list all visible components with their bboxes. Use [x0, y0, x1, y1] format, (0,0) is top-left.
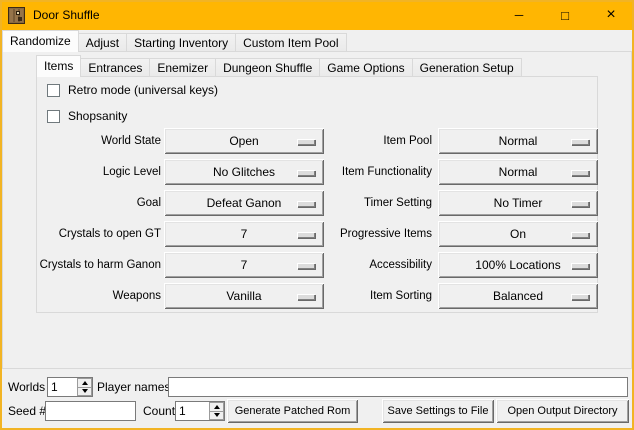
tab-custom-item-pool[interactable]: Custom Item Pool — [236, 33, 346, 52]
shopsanity-row: Shopsanity — [47, 108, 127, 124]
timer-setting-dropdown[interactable]: No Timer — [438, 190, 598, 216]
count-spinner — [175, 401, 225, 421]
progressive-items-value: On — [510, 227, 526, 241]
maximize-button[interactable]: □ — [542, 0, 588, 30]
tab-dungeon-shuffle[interactable]: Dungeon Shuffle — [216, 58, 320, 77]
tab-randomize[interactable]: Randomize — [2, 30, 79, 52]
worlds-spinner — [47, 377, 93, 397]
item-functionality-value: Normal — [499, 165, 538, 179]
item-functionality-dropdown[interactable]: Normal — [438, 159, 598, 185]
shopsanity-checkbox[interactable] — [47, 110, 60, 123]
logic-level-value: No Glitches — [213, 165, 275, 179]
dropdown-indicator-icon — [571, 139, 589, 145]
item-pool-label: Item Pool — [277, 128, 432, 154]
tab-starting-inventory[interactable]: Starting Inventory — [127, 33, 236, 52]
seed-label: Seed # — [8, 401, 46, 421]
tab-adjust[interactable]: Adjust — [79, 33, 127, 52]
triangle-down-icon — [214, 413, 220, 417]
item-sorting-label: Item Sorting — [277, 283, 432, 309]
goal-label: Goal — [37, 190, 161, 216]
open-output-directory-button[interactable]: Open Output Directory — [496, 399, 629, 423]
item-pool-dropdown[interactable]: Normal — [438, 128, 598, 154]
tab-items[interactable]: Items — [36, 55, 81, 77]
minimize-icon: ─ — [515, 8, 524, 22]
world-state-value: Open — [229, 134, 258, 148]
window-title: Door Shuffle — [33, 8, 100, 22]
accessibility-label: Accessibility — [277, 252, 432, 278]
crystals-harm-ganon-value: 7 — [241, 258, 248, 272]
door-shuffle-window: Door Shuffle ─ □ × Randomize Adjust Star… — [0, 0, 634, 430]
retro-mode-label: Retro mode (universal keys) — [68, 83, 218, 97]
crystals-open-gt-value: 7 — [241, 227, 248, 241]
save-settings-button[interactable]: Save Settings to File — [382, 399, 494, 423]
close-button[interactable]: × — [588, 0, 634, 30]
worlds-spin-down-button[interactable] — [77, 388, 92, 397]
item-pool-value: Normal — [499, 134, 538, 148]
item-functionality-label: Item Functionality — [277, 159, 432, 185]
retro-mode-row: Retro mode (universal keys) — [47, 82, 218, 98]
timer-setting-label: Timer Setting — [277, 190, 432, 216]
item-sorting-value: Balanced — [493, 289, 543, 303]
count-label: Count — [143, 401, 175, 421]
titlebar: Door Shuffle ─ □ × — [0, 0, 634, 30]
door-icon — [8, 7, 25, 24]
tab-entrances[interactable]: Entrances — [81, 58, 150, 77]
dropdown-indicator-icon — [571, 263, 589, 269]
retro-mode-checkbox[interactable] — [47, 84, 60, 97]
weapons-value: Vanilla — [226, 289, 261, 303]
shopsanity-label: Shopsanity — [68, 109, 127, 123]
tab-game-options[interactable]: Game Options — [320, 58, 412, 77]
goal-value: Defeat Ganon — [207, 196, 282, 210]
count-spin-up-button[interactable] — [209, 402, 224, 412]
dropdown-indicator-icon — [571, 232, 589, 238]
player-names-label: Player names — [97, 377, 170, 397]
progressive-items-dropdown[interactable]: On — [438, 221, 598, 247]
triangle-up-icon — [214, 405, 220, 409]
seed-input[interactable] — [45, 401, 136, 421]
world-state-label: World State — [37, 128, 161, 154]
maximize-icon: □ — [561, 8, 569, 23]
dropdown-indicator-icon — [571, 170, 589, 176]
worlds-label: Worlds — [8, 377, 45, 397]
crystals-open-gt-label: Crystals to open GT — [37, 221, 161, 247]
tab-enemizer[interactable]: Enemizer — [150, 58, 216, 77]
sub-tabbar: Items Entrances Enemizer Dungeon Shuffle… — [36, 55, 522, 77]
triangle-up-icon — [82, 381, 88, 385]
worlds-input[interactable] — [48, 378, 77, 396]
accessibility-dropdown[interactable]: 100% Locations — [438, 252, 598, 278]
player-names-input[interactable] — [168, 377, 628, 397]
items-tab-pane: Retro mode (universal keys) Shopsanity W… — [36, 76, 598, 313]
tab-generation-setup[interactable]: Generation Setup — [413, 58, 522, 77]
progressive-items-label: Progressive Items — [277, 221, 432, 247]
dropdown-indicator-icon — [571, 294, 589, 300]
worlds-spin-up-button[interactable] — [77, 378, 92, 388]
generate-patched-rom-button[interactable]: Generate Patched Rom — [227, 399, 358, 423]
timer-setting-value: No Timer — [494, 196, 543, 210]
weapons-label: Weapons — [37, 283, 161, 309]
item-sorting-dropdown[interactable]: Balanced — [438, 283, 598, 309]
crystals-harm-ganon-label: Crystals to harm Ganon — [37, 252, 161, 278]
triangle-down-icon — [82, 389, 88, 393]
count-input[interactable] — [176, 402, 209, 420]
dropdown-indicator-icon — [571, 201, 589, 207]
accessibility-value: 100% Locations — [475, 258, 560, 272]
close-icon: × — [606, 6, 615, 24]
logic-level-label: Logic Level — [37, 159, 161, 185]
minimize-button[interactable]: ─ — [496, 0, 542, 30]
main-tabbar: Randomize Adjust Starting Inventory Cust… — [2, 30, 347, 52]
count-spin-down-button[interactable] — [209, 412, 224, 421]
